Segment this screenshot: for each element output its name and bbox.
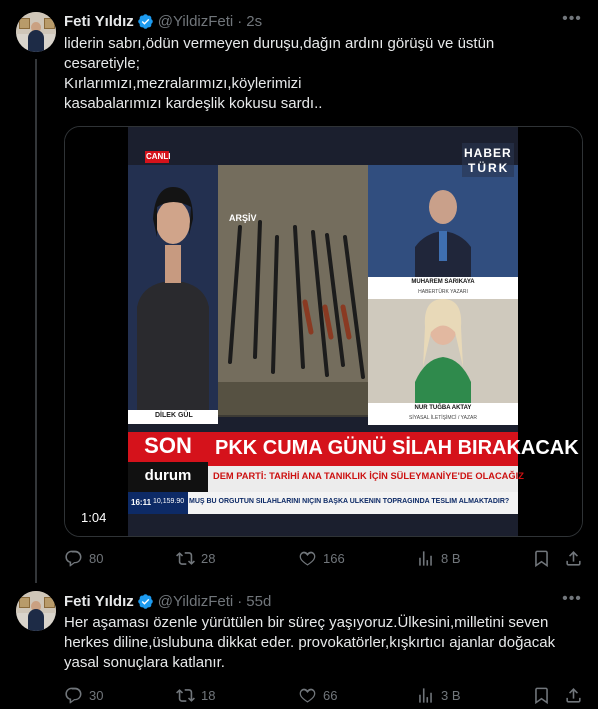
tweet-header: Feti Yıldız @YildizFeti · 2s — [64, 11, 262, 31]
repost-icon — [176, 551, 195, 565]
like-button[interactable]: 166 — [298, 548, 345, 568]
repost-count: 28 — [201, 550, 216, 566]
more-icon[interactable]: ••• — [562, 11, 582, 32]
timestamp[interactable]: 2s — [246, 13, 262, 30]
author-name[interactable]: Feti Yıldız — [64, 593, 134, 610]
share-icon — [566, 550, 581, 566]
views-button[interactable]: 3 B — [416, 685, 461, 705]
guest2-title: SİYASAL İLETİŞİMCİ / YAZAR — [409, 415, 477, 421]
tweet-line: Kırlarımızı,mezralarımızı,köylerimizi — [64, 75, 302, 92]
tweet-line: cesaretiyle; — [64, 55, 140, 72]
tweet-line: Her aşaması özenle yürütülen bir süreç y… — [64, 614, 549, 631]
bookmark-icon — [535, 550, 548, 567]
guest1-name: MUHAREM SARIKAYA — [411, 279, 475, 285]
reply-count: 30 — [89, 687, 104, 703]
reply-button[interactable]: 80 — [64, 548, 103, 568]
video-player[interactable]: CANLI ARŞİV HABER TÜRK DİLEK GÜL MUHAREM… — [64, 126, 583, 537]
news-subhead: DEM PARTİ: TARİHİ ANA TANIKLIK İÇİN SÜLE… — [213, 471, 524, 481]
verified-icon — [137, 593, 153, 609]
tweet-line: liderin sabrı,ödün vermeyen duruşu,dağın… — [64, 35, 495, 52]
author-handle[interactable]: @YildizFeti — [158, 593, 234, 610]
tweet-line: yasal sonuçlara katlanır. — [64, 654, 225, 671]
reply-icon — [65, 550, 82, 567]
views-icon — [419, 550, 432, 566]
channel-logo-top: HABER — [464, 146, 512, 160]
verified-icon — [137, 13, 153, 29]
guest1-title: HABERTÜRK YAZARI — [418, 289, 468, 295]
arsiv-label: ARŞİV — [229, 213, 257, 223]
bookmark-button[interactable] — [532, 548, 551, 568]
avatar[interactable] — [16, 12, 56, 52]
views-icon — [419, 687, 432, 703]
share-button[interactable] — [564, 548, 583, 568]
separator-dot: · — [237, 12, 243, 30]
author-handle[interactable]: @YildizFeti — [158, 13, 234, 30]
video-duration: 1:04 — [75, 508, 113, 527]
like-count: 66 — [323, 687, 338, 703]
tweet-line: herkes diline,üslubuna dikkat eder. prov… — [64, 634, 556, 651]
repost-icon — [176, 688, 195, 702]
durum-label: durum — [144, 467, 192, 484]
reply-count: 80 — [89, 550, 104, 566]
repost-count: 18 — [201, 687, 216, 703]
more-icon[interactable]: ••• — [562, 591, 582, 612]
news-clock: 16:11 — [131, 498, 152, 507]
like-icon — [299, 688, 316, 703]
news-headline: PKK CUMA GÜNÜ SİLAH BIRAKACAK — [215, 437, 579, 459]
tweet-text: Her aşaması özenle yürütülen bir süreç y… — [64, 613, 584, 673]
son-label: SON — [144, 433, 192, 458]
news-ticker: MUŞ BU ÖRGÜTÜN SİLAHLARINI NİÇİN BAŞKA Ü… — [189, 498, 510, 505]
channel-logo-bottom: TÜRK — [468, 161, 510, 175]
author-name[interactable]: Feti Yıldız — [64, 13, 134, 30]
tweet-header: Feti Yıldız @YildizFeti · 55d — [64, 591, 271, 611]
share-button[interactable] — [564, 685, 583, 705]
views-count: 3 B — [441, 687, 461, 703]
reply-icon — [65, 687, 82, 704]
canli-badge: CANLI — [146, 152, 171, 161]
share-icon — [566, 687, 581, 703]
repost-button[interactable]: 18 — [176, 685, 215, 705]
like-count: 166 — [323, 550, 345, 566]
anchor-name: DİLEK GÜL — [155, 412, 193, 419]
tweet-1[interactable]: Feti Yıldız @YildizFeti · 2s ••• liderin… — [0, 0, 598, 583]
avatar[interactable] — [16, 591, 56, 631]
reply-button[interactable]: 30 — [64, 685, 103, 705]
separator-dot: · — [237, 592, 243, 610]
tweet-line: kasabalarımızı kardeşlik kokusu sardı.. — [64, 95, 323, 112]
timestamp[interactable]: 55d — [246, 593, 271, 610]
views-button[interactable]: 8 B — [416, 548, 461, 568]
bookmark-button[interactable] — [532, 685, 551, 705]
bookmark-icon — [535, 687, 548, 704]
tweet-actions: 80 28 166 8 B — [64, 548, 584, 568]
views-count: 8 B — [441, 550, 461, 566]
like-button[interactable]: 66 — [298, 685, 337, 705]
news-index: 10,159.90 — [153, 498, 185, 505]
tweet-2[interactable]: Feti Yıldız @YildizFeti · 55d ••• Her aş… — [0, 583, 598, 709]
guest2-name: NUR TUĞBA AKTAY — [414, 405, 472, 411]
repost-button[interactable]: 28 — [176, 548, 215, 568]
tweet-actions: 30 18 66 3 B — [64, 685, 584, 705]
tweet-text: liderin sabrı,ödün vermeyen duruşu,dağın… — [64, 34, 584, 114]
like-icon — [299, 551, 316, 566]
